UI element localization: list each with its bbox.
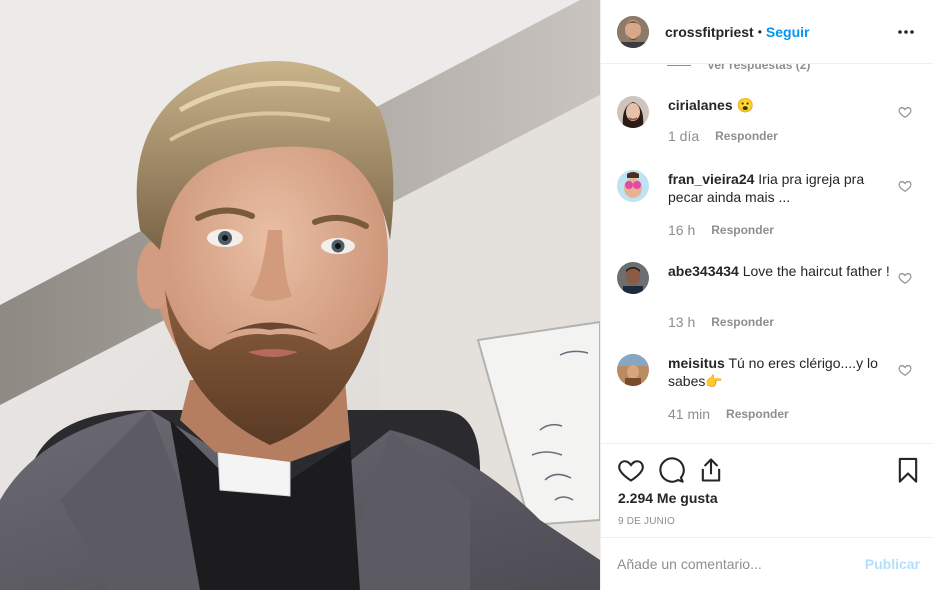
comment-meta: 16 h Responder	[668, 222, 774, 238]
comment-meta: 13 h Responder	[668, 314, 774, 330]
likes-count[interactable]: 2.294 Me gusta	[618, 490, 718, 506]
instagram-post-modal: crossfitpriest • Seguir Ver respuestas (…	[0, 0, 933, 590]
heart-icon[interactable]	[898, 363, 912, 377]
avatar[interactable]	[617, 354, 649, 386]
reply-button[interactable]: Responder	[726, 407, 789, 421]
comment-username[interactable]: cirialanes	[668, 97, 733, 113]
comment-meta: 1 día Responder	[668, 128, 778, 144]
more-options-icon[interactable]	[894, 20, 918, 44]
comment-text: meisitus Tú no eres clérigo....y lo sabe…	[668, 354, 898, 390]
comment-username[interactable]: abe343434	[668, 263, 739, 279]
comment-text: fran_vieira24 Iria pra igreja pra pecar …	[668, 170, 898, 206]
post-date[interactable]: 9 DE JUNIO	[618, 516, 675, 527]
post-photo[interactable]	[0, 0, 600, 590]
comment-icon[interactable]	[657, 456, 685, 484]
comment-username[interactable]: fran_vieira24	[668, 171, 754, 187]
post-photo-image	[0, 0, 600, 590]
comment-body: Love the haircut father !	[742, 263, 890, 279]
avatar-image	[617, 354, 649, 386]
comment-age[interactable]: 1 día	[668, 128, 699, 144]
heart-icon[interactable]	[617, 456, 645, 484]
heart-icon[interactable]	[898, 179, 912, 193]
post-actions: 2.294 Me gusta 9 DE JUNIO	[601, 443, 933, 537]
avatar-image	[617, 170, 649, 202]
comment-input[interactable]	[617, 556, 865, 572]
ellipsis-icon	[898, 29, 914, 34]
view-replies-link[interactable]: Ver respuestas (2)	[667, 64, 810, 72]
avatar[interactable]	[617, 96, 649, 128]
comment-username[interactable]: meisitus	[668, 355, 725, 371]
action-row	[617, 456, 922, 484]
bookmark-icon[interactable]	[894, 456, 922, 484]
share-icon[interactable]	[697, 456, 725, 484]
view-replies-label: Ver respuestas (2)	[707, 64, 811, 72]
avatar[interactable]	[617, 262, 649, 294]
avatar-image	[617, 262, 649, 294]
avatar[interactable]	[617, 170, 649, 202]
follow-button[interactable]: Seguir	[766, 24, 810, 40]
comment-composer: Publicar	[601, 537, 933, 590]
avatar-image	[617, 15, 649, 48]
avatar-image	[617, 96, 649, 128]
post-header: crossfitpriest • Seguir	[601, 0, 933, 64]
publish-button[interactable]: Publicar	[865, 556, 920, 572]
comment-text: abe343434 Love the haircut father !	[668, 262, 898, 280]
comment-body: 😮	[736, 97, 754, 113]
post-side-panel: crossfitpriest • Seguir Ver respuestas (…	[600, 0, 933, 590]
comment-age[interactable]: 16 h	[668, 222, 695, 238]
comment-text: cirialanes 😮	[668, 96, 898, 114]
heart-icon[interactable]	[898, 271, 912, 285]
reply-button[interactable]: Responder	[711, 315, 774, 329]
avatar[interactable]	[617, 15, 649, 48]
comments-list: Ver respuestas (2) cirialanes 😮 1 día Re…	[601, 64, 933, 443]
separator-dot: •	[757, 24, 762, 39]
reply-button[interactable]: Responder	[711, 223, 774, 237]
reply-button[interactable]: Responder	[715, 129, 778, 143]
heart-icon[interactable]	[898, 105, 912, 119]
comment-age[interactable]: 41 min	[668, 406, 710, 422]
post-author-username[interactable]: crossfitpriest	[665, 24, 754, 40]
comment-meta: 41 min Responder	[668, 406, 789, 422]
comment-age[interactable]: 13 h	[668, 314, 695, 330]
replies-line-divider	[667, 64, 691, 66]
